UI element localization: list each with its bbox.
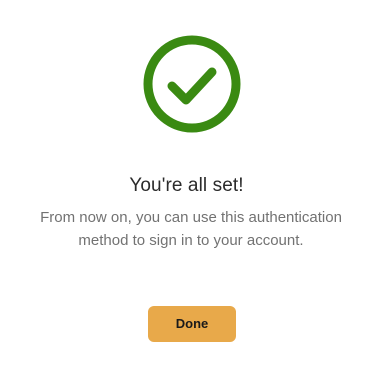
success-dialog: You're all set! From now on, you can use… — [0, 0, 373, 376]
done-button[interactable]: Done — [148, 306, 236, 342]
success-message: From now on, you can use this authentica… — [40, 209, 342, 249]
checkmark-circle-icon — [143, 35, 241, 133]
success-title: You're all set! — [129, 175, 244, 196]
